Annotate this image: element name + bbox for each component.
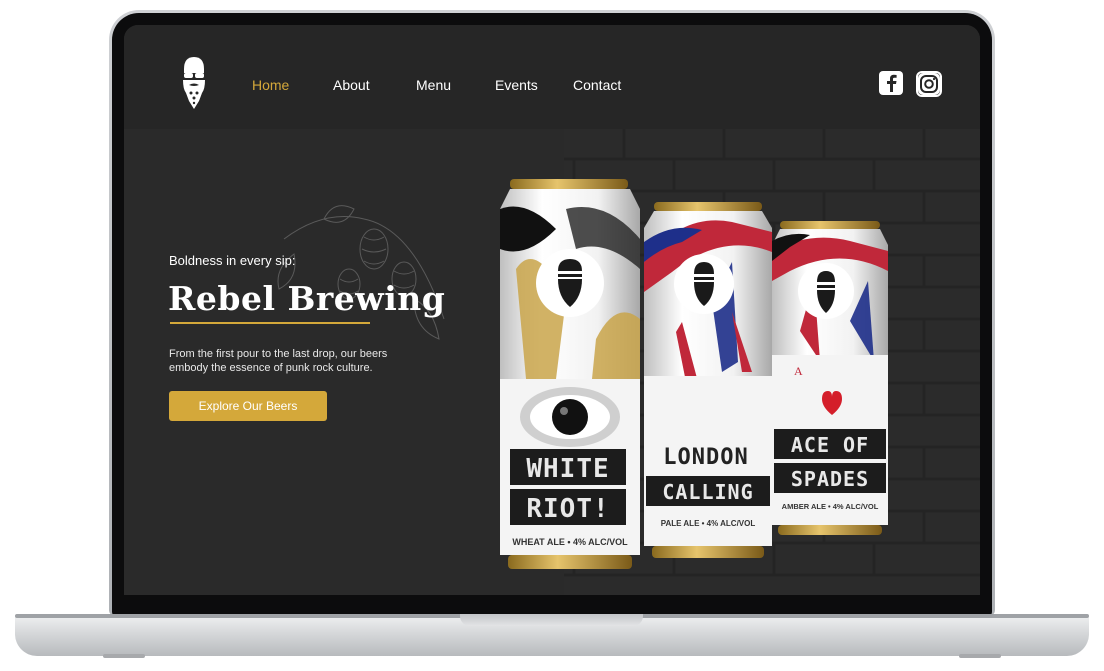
ace-of-spades-can[interactable]: A ACE OF SPADES AMBER ALE • 4% ALC/VOL [770, 221, 890, 565]
hero-description: From the first pour to the last drop, ou… [169, 348, 388, 374]
white-riot-name-line1: WHITE [526, 454, 609, 484]
white-riot-can[interactable]: WHITE RIOT! WHEAT ALE • 4% ALC/VOL [496, 179, 644, 579]
nav-link-menu[interactable]: Menu [416, 77, 451, 93]
ace-of-spades-name-line2: SPADES [791, 467, 869, 491]
ace-of-spades-name-line1: ACE OF [791, 433, 869, 457]
ace-card-rank: A [794, 364, 803, 378]
website-screen: Home About Menu Events Contact Boldness … [124, 25, 980, 595]
hero-tagline: Boldness in every sip: [169, 253, 296, 268]
lid-opening-notch [460, 614, 643, 626]
hops-illustration [277, 205, 445, 340]
explore-beers-button[interactable]: Explore Our Beers [169, 391, 327, 421]
white-riot-style: WHEAT ALE • 4% ALC/VOL [512, 537, 628, 547]
london-calling-name-line1: LONDON [663, 445, 748, 470]
london-calling-can[interactable]: LONDON CALLING PALE ALE • 4% ALC/VOL [642, 202, 774, 582]
nav-link-contact[interactable]: Contact [573, 77, 621, 93]
screen-bezel: Home About Menu Events Contact Boldness … [112, 13, 992, 616]
nav-link-events[interactable]: Events [495, 77, 538, 93]
hero-section: Boldness in every sip: Rebel Brewing Fro… [124, 129, 980, 595]
instagram-icon[interactable] [916, 71, 942, 97]
laptop-foot-left [103, 654, 145, 658]
white-riot-name-line2: RIOT! [526, 494, 609, 524]
nav-link-about[interactable]: About [333, 77, 370, 93]
laptop-foot-right [959, 654, 1001, 658]
london-calling-style: PALE ALE • 4% ALC/VOL [661, 519, 756, 528]
title-underline [170, 322, 370, 324]
navbar: Home About Menu Events Contact [124, 25, 980, 129]
laptop-base [15, 614, 1089, 658]
ace-of-spades-style: AMBER ALE • 4% ALC/VOL [782, 502, 879, 511]
nav-link-home[interactable]: Home [252, 77, 289, 93]
bearded-man-logo-icon[interactable] [178, 55, 210, 111]
hero-title: Rebel Brewing [168, 279, 446, 318]
laptop-lid: Home About Menu Events Contact Boldness … [109, 10, 995, 616]
london-calling-name-line2: CALLING [662, 480, 753, 504]
facebook-icon[interactable] [879, 71, 903, 95]
